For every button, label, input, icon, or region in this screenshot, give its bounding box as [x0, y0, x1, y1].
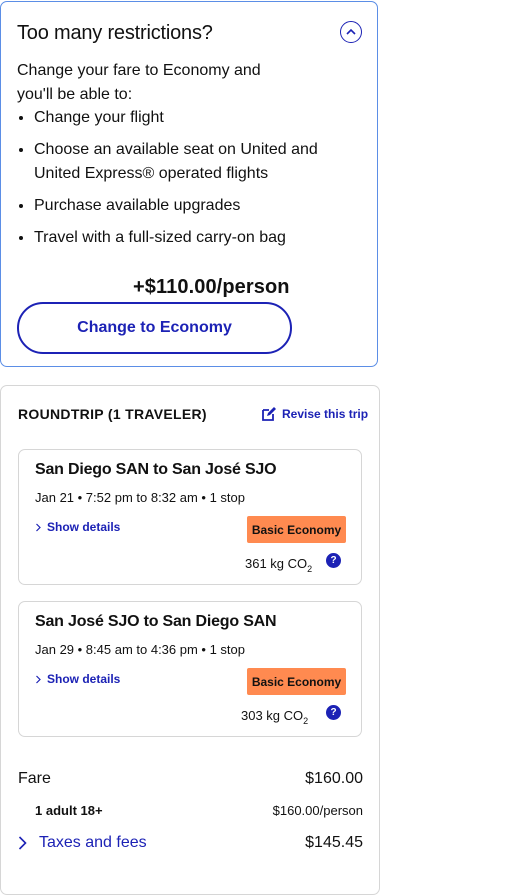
flight-times: Jan 21 • 7:52 pm to 8:32 am • 1 stop: [35, 490, 246, 505]
upsell-intro: Change your fare to Economy and you'll b…: [17, 62, 261, 103]
adult-fare: $160.00/person: [272, 803, 363, 818]
chevron-up-icon: [346, 28, 356, 35]
taxes-row: Taxes and fees $145.45: [18, 834, 363, 852]
flight-route: San Diego SAN to San José SJO: [35, 461, 277, 478]
fare-total: $160.00: [305, 770, 363, 787]
chevron-right-icon: [36, 675, 41, 683]
benefit-item: Purchase available upgrades: [34, 194, 324, 218]
show-details-link[interactable]: Show details: [35, 520, 120, 534]
co2-subscript: 2: [303, 716, 309, 726]
help-icon[interactable]: ?: [326, 553, 341, 568]
fare-class-badge: Basic Economy: [247, 516, 346, 543]
chevron-right-icon: [18, 836, 27, 850]
co2-subscript: 2: [307, 564, 313, 574]
fare-label: Fare: [18, 770, 51, 787]
show-details-link[interactable]: Show details: [35, 672, 120, 686]
benefit-item: Change your flight: [34, 106, 324, 130]
fare-row: Fare $160.00: [18, 770, 363, 788]
revise-trip-link[interactable]: Revise this trip: [260, 405, 368, 423]
taxes-total: $145.45: [305, 834, 363, 851]
change-to-economy-button[interactable]: Change to Economy: [17, 302, 292, 354]
upgrade-price: +$110.00/person: [133, 276, 290, 298]
co2-value: 361 kg CO: [245, 556, 308, 571]
flight-route: San José SJO to San Diego SAN: [35, 613, 277, 630]
taxes-label: Taxes and fees: [39, 834, 147, 851]
flight-card-outbound: San Diego SAN to San José SJO Jan 21 • 7…: [18, 449, 362, 585]
upsell-title: Too many restrictions?: [17, 22, 213, 44]
flight-times: Jan 29 • 8:45 am to 4:36 pm • 1 stop: [35, 642, 246, 657]
co2-emissions: 303 kg CO2: [241, 708, 309, 726]
show-details-label: Show details: [47, 672, 121, 686]
chevron-right-icon: [36, 523, 41, 531]
benefit-item: Choose an available seat on United and U…: [34, 138, 324, 186]
adult-label: 1 adult 18+: [35, 803, 103, 818]
benefit-list: Change your flight Choose an available s…: [17, 106, 324, 258]
edit-icon: [262, 407, 276, 421]
show-details-label: Show details: [47, 520, 121, 534]
co2-emissions: 361 kg CO2: [245, 556, 313, 574]
collapse-button[interactable]: [340, 21, 362, 43]
adult-fare-row: 1 adult 18+ $160.00/person: [18, 803, 363, 818]
taxes-and-fees-toggle[interactable]: Taxes and fees: [18, 834, 147, 852]
fare-class-badge: Basic Economy: [247, 668, 346, 695]
revise-trip-label: Revise this trip: [282, 407, 369, 421]
co2-value: 303 kg CO: [241, 708, 304, 723]
benefit-item: Travel with a full-sized carry-on bag: [34, 226, 324, 250]
help-icon[interactable]: ?: [326, 705, 341, 720]
trip-summary-panel: ROUNDTRIP (1 TRAVELER) Revise this trip …: [0, 385, 380, 895]
flight-card-return: San José SJO to San Diego SAN Jan 29 • 8…: [18, 601, 362, 737]
trip-summary-title: ROUNDTRIP (1 TRAVELER): [18, 406, 207, 422]
fare-upsell-panel: Too many restrictions? Change your fare …: [0, 1, 378, 367]
